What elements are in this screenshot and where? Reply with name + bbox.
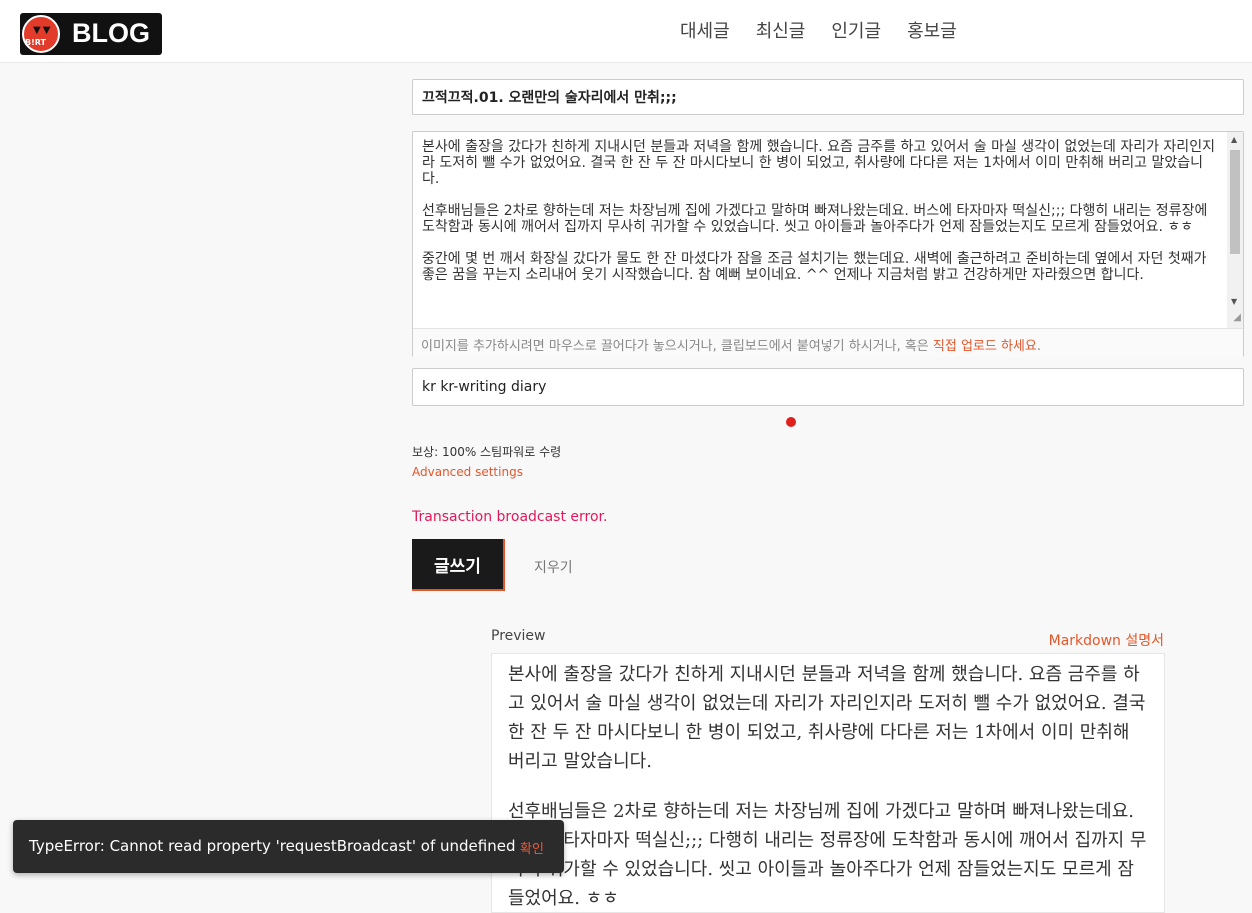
nav-promotion[interactable]: 홍보글 <box>907 17 957 43</box>
site-header: ▼▼ B!RT BLOG 대세글 최신글 인기글 홍보글 <box>0 0 1252 63</box>
nav-trending[interactable]: 대세글 <box>680 17 730 43</box>
tags-input[interactable] <box>412 368 1244 406</box>
scrollbar-thumb[interactable] <box>1230 150 1240 254</box>
body-paragraph: 중간에 몇 번 깨서 화장실 갔다가 물도 한 잔 마셨다가 잠을 조금 설치기… <box>422 251 1207 283</box>
advanced-settings-link[interactable]: Advanced settings <box>412 465 523 479</box>
preview-paragraph: 본사에 출장을 갔다가 친하게 지내시던 분들과 저녁을 함께 했습니다. 요즘… <box>508 664 1146 772</box>
main-nav: 대세글 최신글 인기글 홍보글 <box>680 17 957 43</box>
preview-paragraph: 선후배님들은 2차로 향하는데 저는 차장님께 집에 가겠다고 말하며 빠져나왔… <box>508 801 1147 909</box>
post-button[interactable]: 글쓰기 <box>412 539 505 591</box>
site-logo[interactable]: ▼▼ B!RT BLOG <box>20 13 162 55</box>
scroll-up-arrow-icon[interactable]: ▲ <box>1231 135 1237 144</box>
image-upload-hint: 이미지를 추가하시려면 마우스로 끌어다가 놓으시거나, 클립보드에서 붙여넣기… <box>413 328 1243 357</box>
toast-confirm-button[interactable]: 확인 <box>520 838 544 857</box>
editor-scrollbar[interactable]: ▲ ▼ <box>1227 132 1243 328</box>
scroll-down-arrow-icon[interactable]: ▼ <box>1231 297 1237 306</box>
post-body-editor[interactable]: 본사에 출장을 갔다가 친하게 지내시던 분들과 저녁을 함께 했습니다. 요즘… <box>412 131 1244 357</box>
direct-upload-link[interactable]: 직접 업로드 하세요 <box>933 339 1037 354</box>
reward-setting: 보상: 100% 스팀파워로 수령 <box>412 445 562 459</box>
clear-button[interactable]: 지우기 <box>528 556 579 578</box>
error-toast: TypeError: Cannot read property 'request… <box>13 820 564 873</box>
preview-label: Preview <box>491 628 546 644</box>
logo-badge-icon: ▼▼ B!RT <box>22 15 60 53</box>
markdown-guide-link[interactable]: Markdown 설명서 <box>1049 630 1164 650</box>
nav-latest[interactable]: 최신글 <box>756 17 806 43</box>
resize-grip-icon[interactable]: ◢ <box>1233 312 1241 323</box>
status-dot-icon <box>786 417 796 427</box>
body-paragraph: 본사에 출장을 갔다가 친하게 지내시던 분들과 저녁을 함께 했습니다. 요즘… <box>422 139 1215 187</box>
post-body-textarea[interactable]: 본사에 출장을 갔다가 친하게 지내시던 분들과 저녁을 함께 했습니다. 요즘… <box>413 132 1227 328</box>
body-paragraph: 선후배님들은 2차로 향하는데 저는 차장님께 집에 가겠다고 말하며 빠져나왔… <box>422 203 1208 235</box>
nav-popular[interactable]: 인기글 <box>831 17 881 43</box>
preview-box: 본사에 출장을 갔다가 친하게 지내시던 분들과 저녁을 함께 했습니다. 요즘… <box>491 653 1165 913</box>
logo-text: BLOG <box>72 18 150 48</box>
toast-message: TypeError: Cannot read property 'request… <box>29 837 516 855</box>
post-title-input[interactable] <box>412 79 1244 115</box>
error-message: Transaction broadcast error. <box>412 509 608 525</box>
